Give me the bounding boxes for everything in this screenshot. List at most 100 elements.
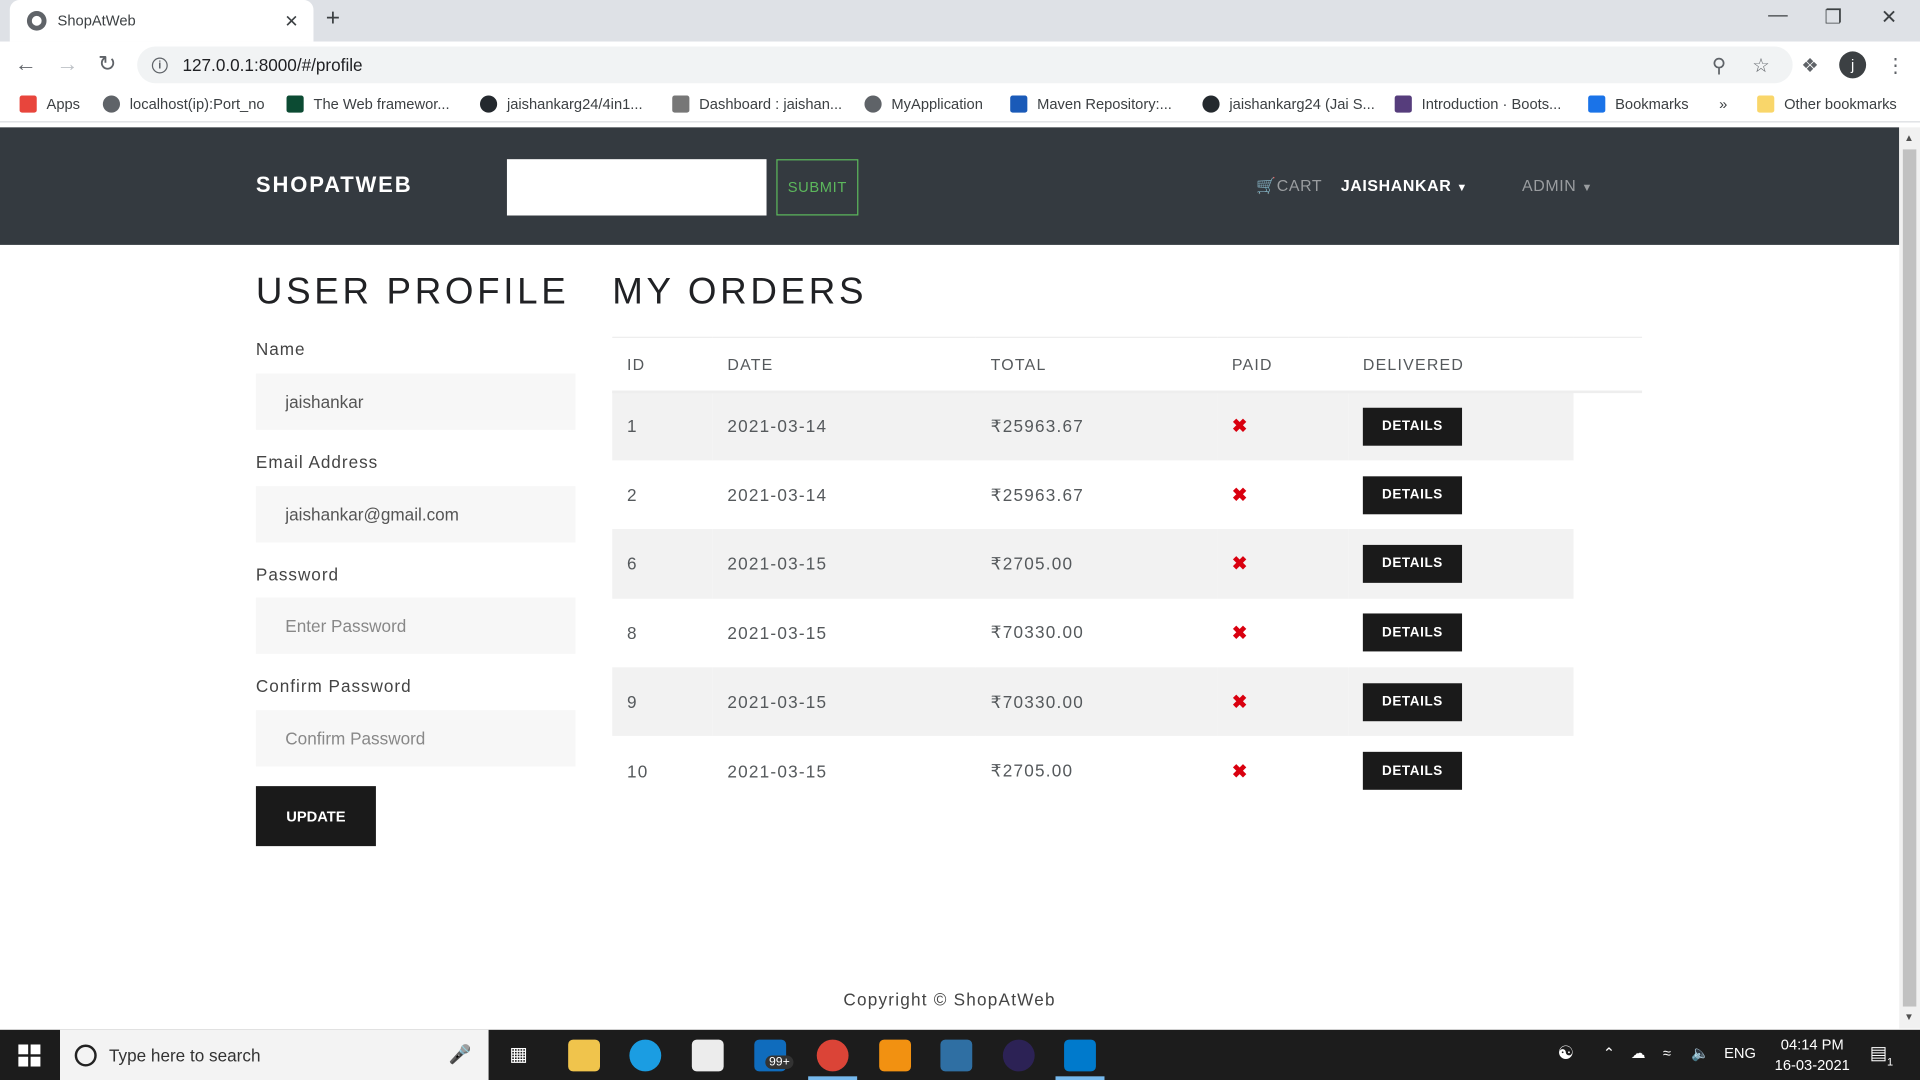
details-button[interactable]: DETAILS — [1362, 752, 1463, 790]
name-field[interactable] — [255, 373, 576, 430]
maven-icon — [1010, 95, 1028, 113]
bookmark-item[interactable]: Dashboard : jaishan... — [672, 95, 842, 113]
profile-avatar[interactable]: j — [1839, 51, 1867, 79]
bookmark-item[interactable]: Maven Repository:... — [1010, 95, 1172, 113]
reload-icon[interactable]: ↻ — [98, 51, 116, 77]
caret-down-icon: ▼ — [1581, 181, 1593, 194]
caret-down-icon: ▼ — [1456, 181, 1468, 194]
star-icon[interactable]: ☆ — [1752, 54, 1770, 78]
email-field[interactable] — [255, 486, 576, 543]
order-id: 9 — [612, 667, 713, 737]
apps-grid-icon — [19, 95, 37, 113]
minimize-icon[interactable]: — — [1768, 5, 1788, 27]
file-explorer-icon[interactable] — [568, 1039, 601, 1072]
active-app-indicator — [808, 1076, 858, 1080]
edge-icon[interactable] — [629, 1039, 662, 1072]
bookmark-item[interactable]: The Web framewor... — [286, 95, 450, 113]
order-total: ₹25963.67 — [990, 484, 1085, 504]
bookmark-item[interactable]: MyApplication — [864, 95, 983, 113]
mail-badge: 99+ — [765, 1055, 794, 1069]
globe-icon — [864, 95, 882, 113]
bookmark-apps[interactable]: Apps — [19, 95, 80, 113]
order-total: ₹70330.00 — [990, 622, 1085, 643]
taskbar-clock[interactable]: 04:14 PM 16-03-2021 — [1763, 1035, 1861, 1077]
search-input[interactable] — [506, 159, 767, 216]
order-date: 2021-03-15 — [727, 761, 828, 781]
bookmark-item[interactable]: Bookmarks — [1588, 95, 1689, 113]
onedrive-icon[interactable]: ☁ — [1631, 1044, 1646, 1061]
forward-arrow-icon[interactable]: → — [56, 51, 78, 77]
page-scrollbar[interactable]: ▲ ▼ — [1899, 127, 1920, 1029]
active-app-indicator — [1055, 1076, 1105, 1080]
scroll-up-icon[interactable]: ▲ — [1904, 132, 1914, 143]
order-total: ₹2705.00 — [975, 529, 1218, 599]
eclipse-icon[interactable] — [1002, 1039, 1035, 1072]
globe-icon — [102, 95, 121, 113]
vscode-icon[interactable] — [1064, 1039, 1096, 1072]
scrollbar-thumb[interactable] — [1902, 149, 1917, 1007]
taskbar-search[interactable]: Type here to search 🎤 — [60, 1029, 489, 1080]
extensions-icon[interactable]: ❖ — [1801, 54, 1819, 78]
windows-start-icon[interactable] — [18, 1044, 41, 1067]
details-button[interactable]: DETAILS — [1362, 475, 1463, 514]
order-total: ₹25963.67 — [975, 391, 1218, 461]
tab-close-icon[interactable]: ✕ — [284, 11, 298, 32]
mysql-workbench-icon[interactable] — [940, 1039, 973, 1072]
details-button[interactable]: DETAILS — [1362, 682, 1463, 721]
bookmarks-overflow[interactable]: » — [1719, 96, 1727, 113]
menu-icon[interactable]: ⋮ — [1886, 54, 1906, 78]
footer-copyright: Copyright © ShopAtWeb — [843, 989, 1056, 1009]
bookmark-item[interactable]: jaishankarg24 (Jai S... — [1202, 95, 1375, 113]
restore-icon[interactable]: ❐ — [1824, 5, 1842, 29]
column-header-id: ID — [612, 336, 713, 393]
update-button[interactable]: UPDATE — [255, 786, 376, 847]
task-view-icon[interactable]: ▦ — [509, 1042, 528, 1066]
table-row: 6 2021-03-15 ₹2705.00 ✖ DETAILS — [612, 529, 1643, 599]
email-label: Email Address — [255, 451, 379, 472]
chevron-up-icon[interactable]: ⌃ — [1603, 1044, 1615, 1061]
clock-date: 16-03-2021 — [1774, 1056, 1850, 1074]
submit-button[interactable]: SUBMIT — [776, 159, 859, 216]
site-info-icon[interactable]: i — [151, 56, 168, 73]
browser-tab-strip: ShopAtWeb ✕ + — ❐ ✕ — [0, 0, 1920, 42]
window-close-icon[interactable]: ✕ — [1881, 5, 1897, 29]
key-icon[interactable]: ⚲ — [1712, 54, 1726, 78]
cart-link[interactable]: 🛒CART — [1256, 176, 1322, 196]
bookmark-item[interactable]: Introduction · Boots... — [1394, 95, 1561, 113]
bookmark-item[interactable]: jaishankarg24/4in1... — [480, 95, 643, 113]
microphone-icon[interactable]: 🎤 — [449, 1043, 472, 1065]
password-label: Password — [255, 564, 340, 585]
address-bar[interactable]: i 127.0.0.1:8000/#/profile — [137, 46, 1793, 84]
wifi-icon[interactable]: ≈ — [1663, 1044, 1671, 1061]
language-indicator[interactable]: ENG — [1724, 1044, 1756, 1061]
password-field[interactable] — [255, 597, 576, 654]
brand-logo[interactable]: SHOPATWEB — [256, 173, 413, 199]
scroll-down-icon[interactable]: ▼ — [1904, 1011, 1914, 1022]
people-icon[interactable]: ☯ — [1558, 1042, 1574, 1064]
table-row: 2 2021-03-14 ₹25963.67 ✖ DETAILS — [612, 460, 1643, 530]
details-button[interactable]: DETAILS — [1362, 407, 1463, 446]
bookmark-item[interactable]: localhost(ip):Port_no — [102, 95, 265, 113]
profile-heading: USER PROFILE — [255, 271, 570, 313]
confirm-password-field[interactable] — [255, 710, 576, 767]
back-arrow-icon[interactable]: ← — [15, 51, 37, 77]
browser-tab[interactable]: ShopAtWeb ✕ — [9, 0, 314, 42]
taskbar-search-placeholder: Type here to search — [108, 1045, 261, 1065]
other-bookmarks[interactable]: Other bookmarks — [1757, 95, 1897, 113]
volume-icon[interactable]: 🔈 — [1691, 1044, 1709, 1061]
orders-table: ID DATE TOTAL PAID DELIVERED 1 2021-03-1… — [612, 336, 1643, 806]
chrome-icon[interactable] — [816, 1039, 849, 1072]
admin-dropdown[interactable]: ADMIN ▼ — [1522, 176, 1593, 194]
folder-icon — [1757, 95, 1775, 113]
table-row: 1 2021-03-14 ₹25963.67 ✖ DETAILS — [612, 391, 1643, 461]
notifications-icon[interactable]: ▤ — [1870, 1042, 1887, 1064]
table-header-row: ID DATE TOTAL PAID DELIVERED — [612, 336, 1643, 393]
details-button[interactable]: DETAILS — [1362, 544, 1463, 583]
details-button[interactable]: DETAILS — [1362, 613, 1463, 652]
sublime-text-icon[interactable] — [879, 1039, 912, 1072]
new-tab-button[interactable]: + — [326, 5, 340, 33]
cortana-icon — [74, 1044, 97, 1067]
store-icon[interactable] — [691, 1039, 724, 1072]
user-dropdown[interactable]: JAISHANKAR ▼ — [1341, 176, 1468, 194]
order-id: 10 — [626, 761, 649, 781]
